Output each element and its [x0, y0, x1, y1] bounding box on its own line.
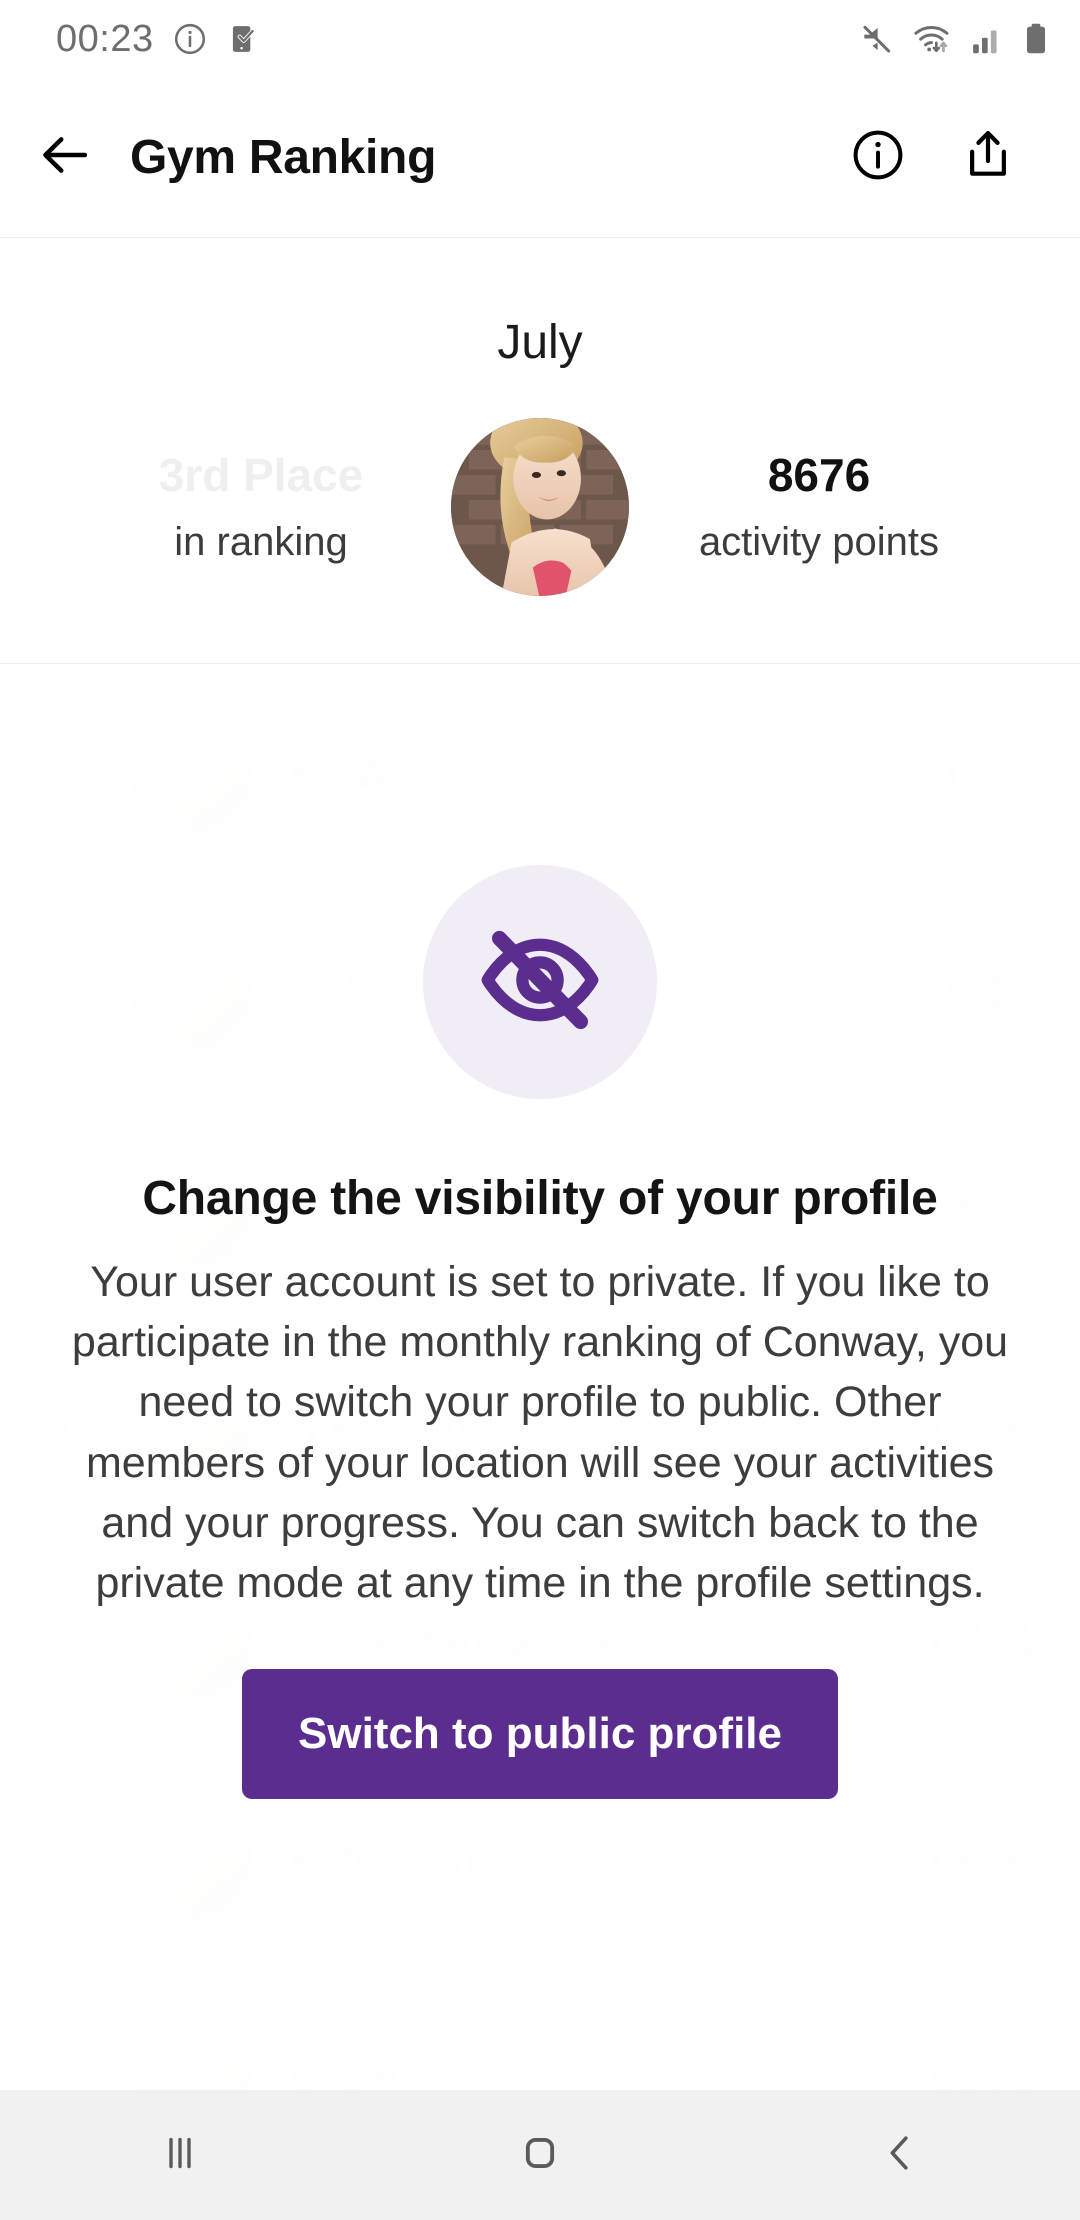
info-circle-icon — [850, 130, 906, 187]
summary-rank: 3rd Place in ranking — [71, 447, 451, 567]
recents-button[interactable] — [80, 2126, 280, 2185]
battery-icon — [1022, 20, 1050, 58]
visibility-overlay: Change the visibility of your profile Yo… — [0, 665, 1080, 2090]
status-bar-left: 00:23 — [56, 18, 262, 61]
nav-back-button[interactable] — [800, 2126, 1000, 2185]
share-icon — [960, 130, 1016, 187]
status-bar-right — [858, 20, 1050, 58]
summary-rank-label: in ranking — [174, 519, 348, 564]
info-circle-icon — [172, 21, 208, 57]
phone-check-icon — [226, 21, 262, 57]
app-bar: Gym Ranking — [0, 78, 1080, 238]
share-button[interactable] — [960, 127, 1016, 188]
signal-icon — [970, 20, 1006, 58]
eye-off-icon — [476, 916, 604, 1049]
home-button[interactable] — [440, 2126, 640, 2185]
recents-icon — [153, 2126, 207, 2185]
wifi-icon — [912, 20, 954, 58]
eye-off-icon-badge — [423, 865, 657, 1099]
avatar — [451, 418, 629, 596]
monthly-summary-card: July 3rd Place in ranking 8676 activity … — [0, 239, 1080, 664]
home-icon — [513, 2126, 567, 2185]
mute-icon — [858, 20, 896, 58]
app-bar-actions — [850, 127, 1080, 188]
summary-stats: 3rd Place in ranking 8676 activity point… — [0, 418, 1080, 596]
summary-points-label: activity points — [698, 519, 940, 564]
page-title: Gym Ranking — [130, 131, 437, 184]
summary-points: 8676 activity points — [629, 447, 1009, 567]
back-button[interactable] — [0, 127, 130, 188]
switch-to-public-profile-button[interactable]: Switch to public profile — [242, 1669, 838, 1800]
back-chevron-icon — [873, 2126, 927, 2185]
info-button[interactable] — [850, 127, 906, 188]
summary-points-value: 8676 — [767, 449, 871, 502]
avatar-photo — [451, 418, 629, 596]
summary-month: July — [497, 316, 583, 369]
overlay-heading: Change the visibility of your profile — [142, 1172, 938, 1225]
summary-rank-value: 3rd Place — [158, 449, 364, 502]
android-nav-bar — [0, 2090, 1080, 2220]
status-bar-clock: 00:23 — [56, 17, 154, 60]
back-arrow-icon — [37, 127, 93, 188]
overlay-description: Your user account is set to private. If … — [71, 1258, 1009, 1607]
status-bar: 00:23 — [0, 0, 1080, 78]
